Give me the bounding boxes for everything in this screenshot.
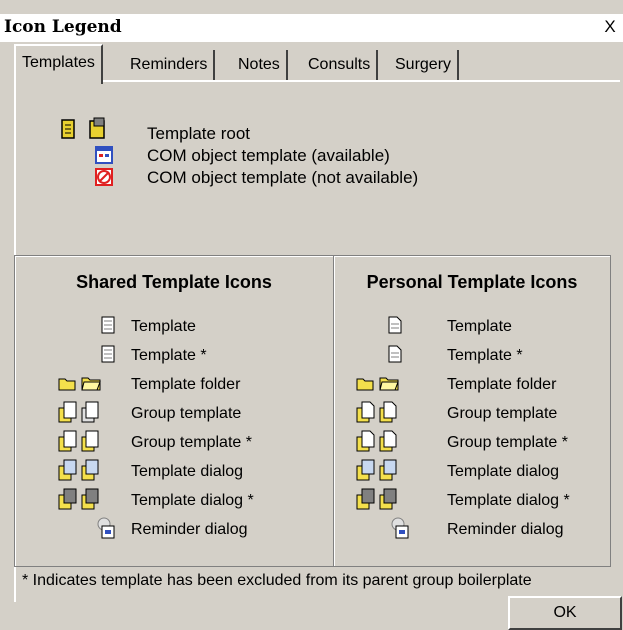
template-icon	[101, 316, 115, 334]
tab-notes[interactable]: Notes	[232, 50, 288, 80]
personal-group-template-icon	[356, 400, 400, 424]
personal-item-template-excluded: Template *	[447, 347, 523, 364]
com-unavailable-icon	[95, 168, 113, 186]
personal-group-template-excluded-icon	[356, 429, 400, 453]
tab-consults[interactable]: Consults	[302, 50, 379, 80]
legend-template-root: Template root	[147, 124, 250, 143]
com-available-icon	[95, 146, 113, 164]
personal-item-template: Template	[447, 318, 512, 335]
personal-template-icon	[388, 316, 402, 334]
personal-item-reminder-dialog: Reminder dialog	[447, 521, 564, 538]
template-dialog-icon	[58, 458, 102, 482]
tab-templates[interactable]: Templates	[14, 44, 103, 84]
personal-item-template-dialog-excluded: Template dialog *	[447, 492, 570, 509]
shared-item-template-dialog: Template dialog	[131, 463, 244, 480]
window-title: Icon Legend	[4, 17, 122, 37]
personal-item-template-dialog: Template dialog	[447, 463, 560, 480]
personal-item-template-folder: Template folder	[447, 376, 557, 393]
personal-reminder-dialog-icon	[390, 516, 410, 540]
folder-icon	[58, 375, 118, 391]
shared-item-template-dialog-excluded: Template dialog *	[131, 492, 254, 509]
shared-item-template: Template	[131, 318, 196, 335]
personal-template-dialog-icon	[356, 458, 400, 482]
shared-section-title: Shared Template Icons	[76, 272, 272, 292]
group-template-excluded-icon	[58, 429, 102, 453]
shared-item-group-template: Group template	[131, 405, 242, 422]
personal-item-group-template: Group template	[447, 405, 558, 422]
icon-legend-window: Icon Legend X Templates Reminders Notes …	[0, 0, 623, 630]
shared-item-template-excluded: Template *	[131, 347, 207, 364]
personal-template-dialog-excluded-icon	[356, 487, 400, 511]
reminder-dialog-icon	[96, 516, 116, 540]
tab-surgery[interactable]: Surgery	[389, 50, 460, 80]
close-button[interactable]: X	[599, 16, 621, 38]
template-root-icon	[60, 117, 112, 141]
template-dialog-excluded-icon	[58, 487, 102, 511]
template-excluded-icon	[101, 345, 115, 363]
group-template-icon	[58, 400, 102, 424]
title-bar: Icon Legend X	[0, 14, 623, 42]
shared-item-template-folder: Template folder	[131, 376, 241, 393]
legend-com-unavailable: COM object template (not available)	[147, 168, 419, 187]
shared-item-group-template-excluded: Group template *	[131, 434, 252, 451]
personal-folder-icon	[356, 375, 416, 391]
ok-button[interactable]: OK	[508, 596, 622, 630]
exclusion-footnote: * Indicates template has been excluded f…	[22, 572, 532, 589]
personal-template-excluded-icon	[388, 345, 402, 363]
personal-section-title: Personal Template Icons	[366, 272, 578, 292]
tab-reminders[interactable]: Reminders	[124, 50, 216, 80]
personal-item-group-template-excluded: Group template *	[447, 434, 568, 451]
shared-item-reminder-dialog: Reminder dialog	[131, 521, 248, 538]
legend-com-available: COM object template (available)	[147, 146, 390, 165]
